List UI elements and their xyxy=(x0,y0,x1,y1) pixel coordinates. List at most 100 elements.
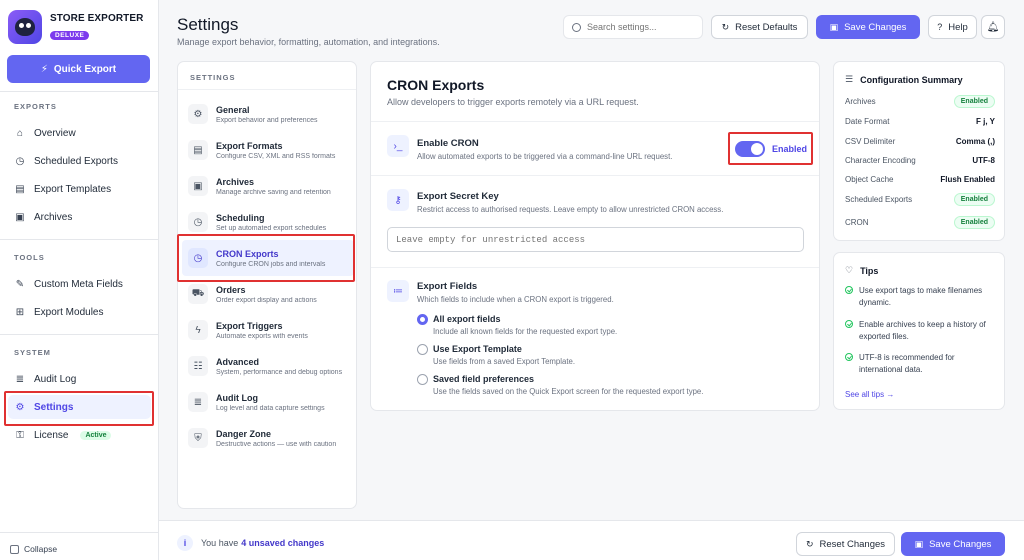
check-circle-icon xyxy=(845,353,853,361)
section-label-tools: TOOLS xyxy=(14,253,45,262)
highlight-box-settings xyxy=(4,391,154,426)
settings-item-danger-zone[interactable]: ⛨ Danger Zone Destructive actions — use w… xyxy=(182,420,354,456)
key-icon: ⚿ xyxy=(16,429,24,441)
save-icon: ▣ xyxy=(914,538,924,549)
check-circle-icon xyxy=(845,286,853,294)
divider xyxy=(0,91,158,92)
cart-icon: ⛟ xyxy=(188,284,208,304)
document-icon: ▤ xyxy=(188,140,208,160)
divider xyxy=(371,175,819,176)
sidebar-item-scheduled-exports[interactable]: ◷ Scheduled Exports xyxy=(8,149,151,173)
search-input[interactable] xyxy=(587,22,697,32)
enable-cron-toggle[interactable] xyxy=(735,140,765,157)
sidebar-item-export-templates[interactable]: ▤ Export Templates xyxy=(8,177,151,201)
status-badge: Enabled xyxy=(953,192,995,206)
sidebar-item-audit-log[interactable]: ≣ Audit Log xyxy=(8,367,151,391)
summary-row: CRON Enabled xyxy=(845,214,995,230)
help-button[interactable]: ? Help xyxy=(928,15,977,39)
sidebar-item-overview[interactable]: ⌂ Overview xyxy=(8,121,151,145)
clock-icon: ◷ xyxy=(188,212,208,232)
enable-cron-title: Enable CRON xyxy=(417,138,479,149)
sidebar-item-custom-meta-fields[interactable]: ✎ Custom Meta Fields xyxy=(8,272,151,296)
settings-item-audit-log[interactable]: ≣ Audit Log Log level and data capture se… xyxy=(182,384,354,420)
bell-icon: 🔔︎ xyxy=(986,21,1000,33)
toggle-knob xyxy=(751,142,763,155)
sidebar-item-export-modules[interactable]: ⊞ Export Modules xyxy=(8,300,151,324)
divider xyxy=(0,334,158,335)
tip-item: Use export tags to make filenames dynami… xyxy=(845,285,1000,309)
option-label: Use Export Template xyxy=(433,344,522,354)
divider xyxy=(371,267,819,268)
divider xyxy=(0,239,158,240)
info-icon: i xyxy=(177,535,193,551)
cron-exports-card: CRON Exports Allow developers to trigger… xyxy=(370,61,820,411)
sliders-icon: ☷ xyxy=(188,356,208,376)
bottom-save-changes-button[interactable]: ▣ Save Changes xyxy=(901,532,1005,556)
divider xyxy=(178,89,356,90)
quick-export-button[interactable]: ⚡ Quick Export xyxy=(7,55,150,83)
settings-item-export-formats[interactable]: ▤ Export Formats Configure CSV, XML and R… xyxy=(182,132,354,168)
export-fields-title: Export Fields xyxy=(417,281,478,292)
check-circle-icon xyxy=(845,320,853,328)
status-badge: Enabled xyxy=(953,94,995,108)
bottom-action-bar: i You have 4 unsaved changes ↻ Reset Chan… xyxy=(159,520,1024,560)
tips-card: ♡ Tips Use export tags to make filenames … xyxy=(833,252,1005,410)
settings-item-advanced[interactable]: ☷ Advanced System, performance and debug … xyxy=(182,348,354,384)
sidebar-item-archives[interactable]: ▣ Archives xyxy=(8,205,151,229)
settings-item-export-triggers[interactable]: ϟ Export Triggers Automate exports with e… xyxy=(182,312,354,348)
lightbulb-icon: ♡ xyxy=(845,265,854,275)
shield-icon: ⛨ xyxy=(188,428,208,448)
gear-icon: ⚙ xyxy=(188,104,208,124)
section-subtitle: Allow developers to trigger exports remo… xyxy=(387,97,639,107)
sidebar-item-license[interactable]: ⚿ License Active xyxy=(8,423,151,447)
option-label: All export fields xyxy=(433,314,501,324)
summary-header: ☰ Configuration Summary xyxy=(845,74,963,85)
license-status-badge: Active xyxy=(80,430,112,440)
summary-row: Archives Enabled xyxy=(845,93,995,109)
enable-cron-desc: Allow automated exports to be triggered … xyxy=(417,152,673,161)
summary-row: Object Cache Flush Enabled xyxy=(845,174,995,184)
option-desc: Use the fields saved on the Quick Export… xyxy=(433,387,704,396)
section-label-exports: EXPORTS xyxy=(14,102,57,111)
highlight-box-cron-exports xyxy=(177,234,355,282)
home-icon: ⌂ xyxy=(16,127,24,139)
key-icon: ⚷ xyxy=(387,189,409,211)
secret-key-desc: Restrict access to authorised requests. … xyxy=(417,205,724,214)
export-fields-desc: Which fields to include when a CRON expo… xyxy=(417,295,614,304)
summary-row: Scheduled Exports Enabled xyxy=(845,191,995,207)
radio-all-export-fields[interactable] xyxy=(417,314,428,325)
notifications-button[interactable]: 🔔︎ xyxy=(981,15,1005,39)
option-desc: Include all known fields for the request… xyxy=(433,327,618,336)
option-desc: Use fields from a saved Export Template. xyxy=(433,357,575,366)
radio-saved-field-preferences[interactable] xyxy=(417,374,428,385)
reset-defaults-button[interactable]: ↻ Reset Defaults xyxy=(711,15,808,39)
settings-list-label: SETTINGS xyxy=(190,73,236,82)
unsaved-changes-notice: i You have 4 unsaved changes xyxy=(177,535,327,551)
list-icon: ≔ xyxy=(387,280,409,302)
wrench-icon: ✎ xyxy=(15,278,25,290)
option-label: Saved field preferences xyxy=(433,374,535,384)
reset-changes-button[interactable]: ↻ Reset Changes xyxy=(796,532,895,556)
brand[interactable]: STORE EXPORTER DELUXE xyxy=(8,10,143,44)
settings-item-archives[interactable]: ▣ Archives Manage archive saving and rete… xyxy=(182,168,354,204)
settings-item-general[interactable]: ⚙ General Export behavior and preferences xyxy=(182,96,354,132)
search-box[interactable] xyxy=(563,15,703,39)
radio-use-export-template[interactable] xyxy=(417,344,428,355)
logo-icon xyxy=(8,10,42,44)
save-changes-button[interactable]: ▣ Save Changes xyxy=(816,15,920,39)
collapse-button[interactable]: Collapse xyxy=(10,544,57,554)
search-icon xyxy=(572,22,581,32)
terminal-icon: ›_ xyxy=(387,135,409,157)
page-title: Settings xyxy=(177,15,239,34)
page-subtitle: Manage export behavior, formatting, auto… xyxy=(177,37,440,47)
toggle-status-label: Enabled xyxy=(772,143,808,154)
configuration-summary-card: ☰ Configuration Summary Archives Enabled … xyxy=(833,61,1005,241)
settings-nav-panel: SETTINGS ⚙ General Export behavior and pr… xyxy=(177,61,357,509)
sidebar-collapse-icon xyxy=(10,544,19,554)
bolt-icon: ϟ xyxy=(188,320,208,340)
secret-key-input[interactable] xyxy=(387,227,804,252)
summary-row: CSV Delimiter Comma (,) xyxy=(845,136,995,146)
tip-item: Enable archives to keep a history of exp… xyxy=(845,319,1000,343)
see-all-tips-link[interactable]: See all tips → xyxy=(845,390,894,399)
divider xyxy=(0,532,158,533)
